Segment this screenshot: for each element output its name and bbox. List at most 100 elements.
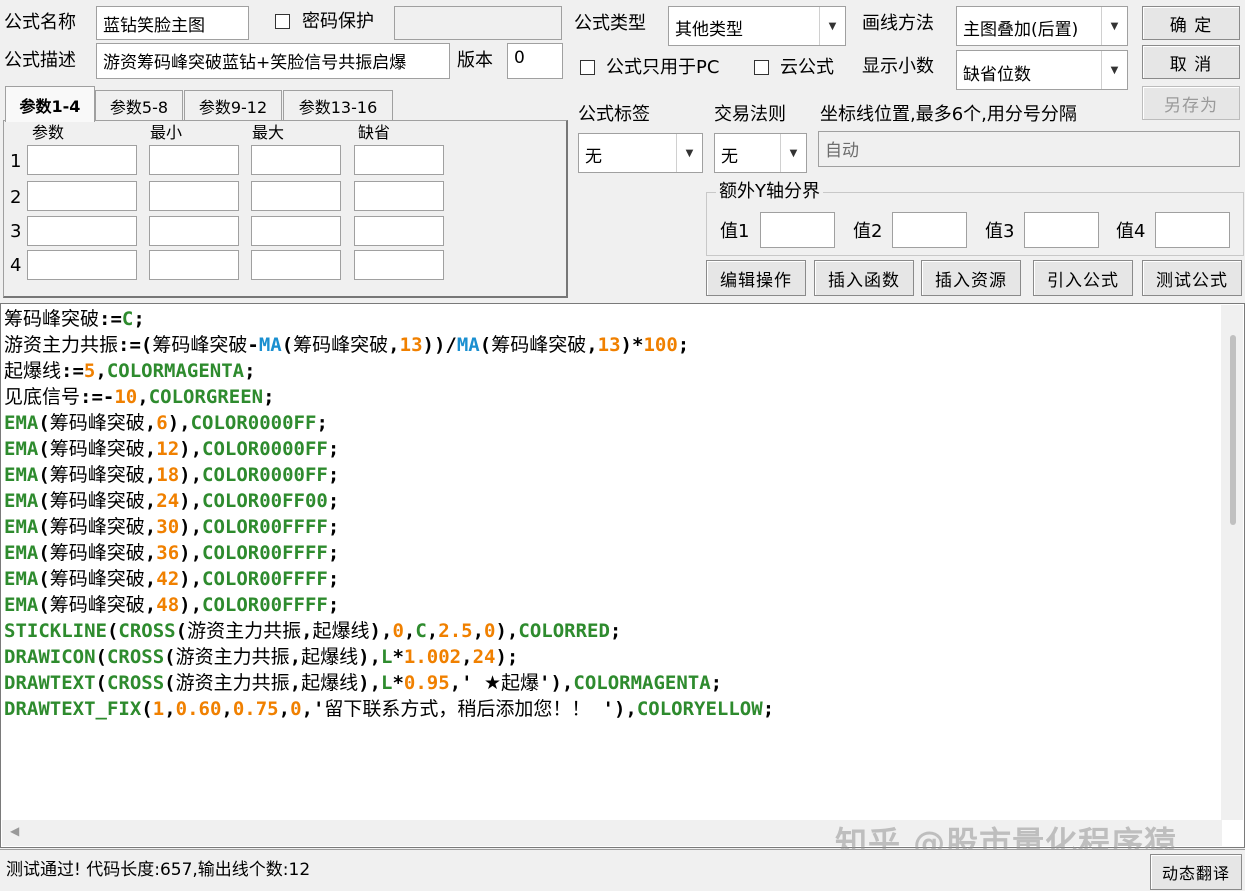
- y-value-3-input[interactable]: [1024, 212, 1099, 248]
- code-token: COLOR0000FF: [202, 464, 328, 486]
- code-line[interactable]: EMA(筹码峰突破,18),COLOR0000FF;: [4, 462, 774, 488]
- edit-button[interactable]: 编辑操作: [706, 260, 806, 296]
- param-1-name-input[interactable]: [27, 145, 137, 175]
- code-token: 游资主力共振: [4, 334, 119, 356]
- decimal-select[interactable]: 缺省位数 ▼: [956, 50, 1128, 90]
- code-token: ;: [327, 438, 340, 460]
- code-token: EMA: [4, 542, 39, 564]
- code-lines[interactable]: 筹码峰突破:=C; 游资主力共振:=(筹码峰突破-MA(筹码峰突破,13))/MA…: [4, 306, 774, 722]
- param-2-name-input[interactable]: [27, 181, 137, 211]
- param-3-name-input[interactable]: [27, 216, 137, 246]
- code-token: CROSS: [106, 672, 165, 694]
- code-line[interactable]: EMA(筹码峰突破,42),COLOR00FFFF;: [4, 566, 774, 592]
- formula-type-select[interactable]: 其他类型 ▼: [668, 6, 846, 46]
- code-line[interactable]: EMA(筹码峰突破,36),COLOR00FFFF;: [4, 540, 774, 566]
- code-line[interactable]: STICKLINE(CROSS(游资主力共振,起爆线),0,C,2.5,0),C…: [4, 618, 774, 644]
- formula-desc-label: 公式描述: [4, 50, 76, 71]
- param-2-min-input[interactable]: [149, 181, 239, 211]
- param-4-max-input[interactable]: [251, 250, 341, 280]
- vertical-scrollbar[interactable]: [1221, 305, 1243, 820]
- formula-tag-select[interactable]: 无 ▼: [578, 133, 703, 173]
- code-token: ;: [762, 698, 775, 720]
- y-value-4-input[interactable]: [1155, 212, 1230, 248]
- chevron-down-icon: ▼: [780, 134, 806, 172]
- trade-rule-select[interactable]: 无 ▼: [714, 133, 807, 173]
- code-token: (: [38, 568, 50, 590]
- password-checkbox[interactable]: [275, 14, 290, 29]
- insert-function-button[interactable]: 插入函数: [814, 260, 914, 296]
- password-input[interactable]: [394, 6, 562, 40]
- code-line[interactable]: EMA(筹码峰突破,12),COLOR0000FF;: [4, 436, 774, 462]
- code-token: DRAWICON: [4, 646, 96, 668]
- formula-name-label: 公式名称: [4, 12, 76, 33]
- code-token: '),: [539, 672, 574, 694]
- code-line[interactable]: 筹码峰突破:=C;: [4, 306, 774, 332]
- code-editor[interactable]: 筹码峰突破:=C; 游资主力共振:=(筹码峰突破-MA(筹码峰突破,13))/MA…: [0, 303, 1245, 848]
- tab-params-5-8[interactable]: 参数5-8: [95, 90, 183, 120]
- param-row-number: 1: [10, 151, 22, 172]
- test-formula-button[interactable]: 测试公式: [1142, 260, 1242, 296]
- formula-desc-input[interactable]: 游资筹码峰突破蓝钻+笑脸信号共振启爆: [96, 43, 450, 79]
- code-token: 留下联系方式，稍后添加您！！: [324, 698, 603, 720]
- y-value-1-input[interactable]: [760, 212, 835, 248]
- param-1-min-input[interactable]: [149, 145, 239, 175]
- code-token: ;: [263, 386, 275, 408]
- param-1-default-input[interactable]: [354, 145, 444, 175]
- save-as-button[interactable]: 另存为: [1142, 86, 1240, 120]
- code-token: 起爆线: [301, 672, 359, 694]
- code-token: 24: [156, 490, 180, 512]
- code-token: 筹码峰突破: [49, 438, 145, 460]
- code-line[interactable]: DRAWTEXT(CROSS(游资主力共振,起爆线),L*0.95,' ★起爆'…: [4, 670, 774, 696]
- param-3-min-input[interactable]: [149, 216, 239, 246]
- code-line[interactable]: 起爆线:=5,COLORMAGENTA;: [4, 358, 774, 384]
- dynamic-translate-button[interactable]: 动态翻译: [1150, 854, 1242, 890]
- tab-params-13-16[interactable]: 参数13-16: [283, 90, 393, 120]
- param-2-default-input[interactable]: [354, 181, 444, 211]
- code-line[interactable]: EMA(筹码峰突破,24),COLOR00FF00;: [4, 488, 774, 514]
- scrollbar-thumb[interactable]: [1230, 335, 1236, 525]
- code-token: COLOR00FFFF: [202, 594, 328, 616]
- code-line[interactable]: EMA(筹码峰突破,6),COLOR0000FF;: [4, 410, 774, 436]
- param-4-name-input[interactable]: [27, 250, 137, 280]
- param-4-default-input[interactable]: [354, 250, 444, 280]
- code-token: EMA: [4, 516, 39, 538]
- code-token: (: [281, 334, 294, 356]
- param-1-max-input[interactable]: [251, 145, 341, 175]
- tab-params-1-4[interactable]: 参数1-4: [5, 86, 95, 122]
- param-3-max-input[interactable]: [251, 216, 341, 246]
- code-token: ,: [144, 542, 157, 564]
- code-token: COLOR00FFFF: [202, 516, 328, 538]
- code-line[interactable]: 见底信号:=-10,COLORGREEN;: [4, 384, 774, 410]
- code-token: 0.60: [175, 698, 222, 720]
- cloud-checkbox[interactable]: [754, 60, 769, 75]
- code-token: (: [38, 438, 50, 460]
- param-3-default-input[interactable]: [354, 216, 444, 246]
- code-token: (: [38, 464, 50, 486]
- code-token: (: [38, 490, 50, 512]
- code-token: ),: [179, 490, 203, 512]
- ok-button[interactable]: 确 定: [1142, 6, 1240, 40]
- param-2-max-input[interactable]: [251, 181, 341, 211]
- code-line[interactable]: EMA(筹码峰突破,30),COLOR00FFFF;: [4, 514, 774, 540]
- insert-resource-button[interactable]: 插入资源: [921, 260, 1021, 296]
- param-4-min-input[interactable]: [149, 250, 239, 280]
- code-token: ),: [369, 620, 393, 642]
- code-line[interactable]: DRAWICON(CROSS(游资主力共振,起爆线),L*1.002,24);: [4, 644, 774, 670]
- formula-name-input[interactable]: 蓝钻笑脸主图: [96, 6, 249, 40]
- code-token: ),: [179, 516, 203, 538]
- pc-only-checkbox[interactable]: [580, 60, 595, 75]
- code-line[interactable]: 游资主力共振:=(筹码峰突破-MA(筹码峰突破,13))/MA(筹码峰突破,13…: [4, 332, 774, 358]
- code-line[interactable]: EMA(筹码峰突破,48),COLOR00FFFF;: [4, 592, 774, 618]
- status-text: 测试通过! 代码长度:657,输出线个数:12: [6, 860, 311, 880]
- scroll-left-icon[interactable]: ◀: [10, 824, 19, 838]
- y-value-2-input[interactable]: [892, 212, 967, 248]
- code-token: C: [121, 308, 134, 330]
- coord-line-input[interactable]: 自动: [818, 131, 1240, 167]
- import-formula-button[interactable]: 引入公式: [1033, 260, 1133, 296]
- cancel-button[interactable]: 取 消: [1142, 45, 1240, 79]
- tab-params-9-12[interactable]: 参数9-12: [184, 90, 282, 120]
- draw-method-select[interactable]: 主图叠加(后置) ▼: [956, 6, 1128, 46]
- version-input[interactable]: 0: [507, 43, 563, 79]
- code-line[interactable]: DRAWTEXT_FIX(1,0.60,0.75,0,'留下联系方式，稍后添加您…: [4, 696, 774, 722]
- code-token: ,: [144, 412, 157, 434]
